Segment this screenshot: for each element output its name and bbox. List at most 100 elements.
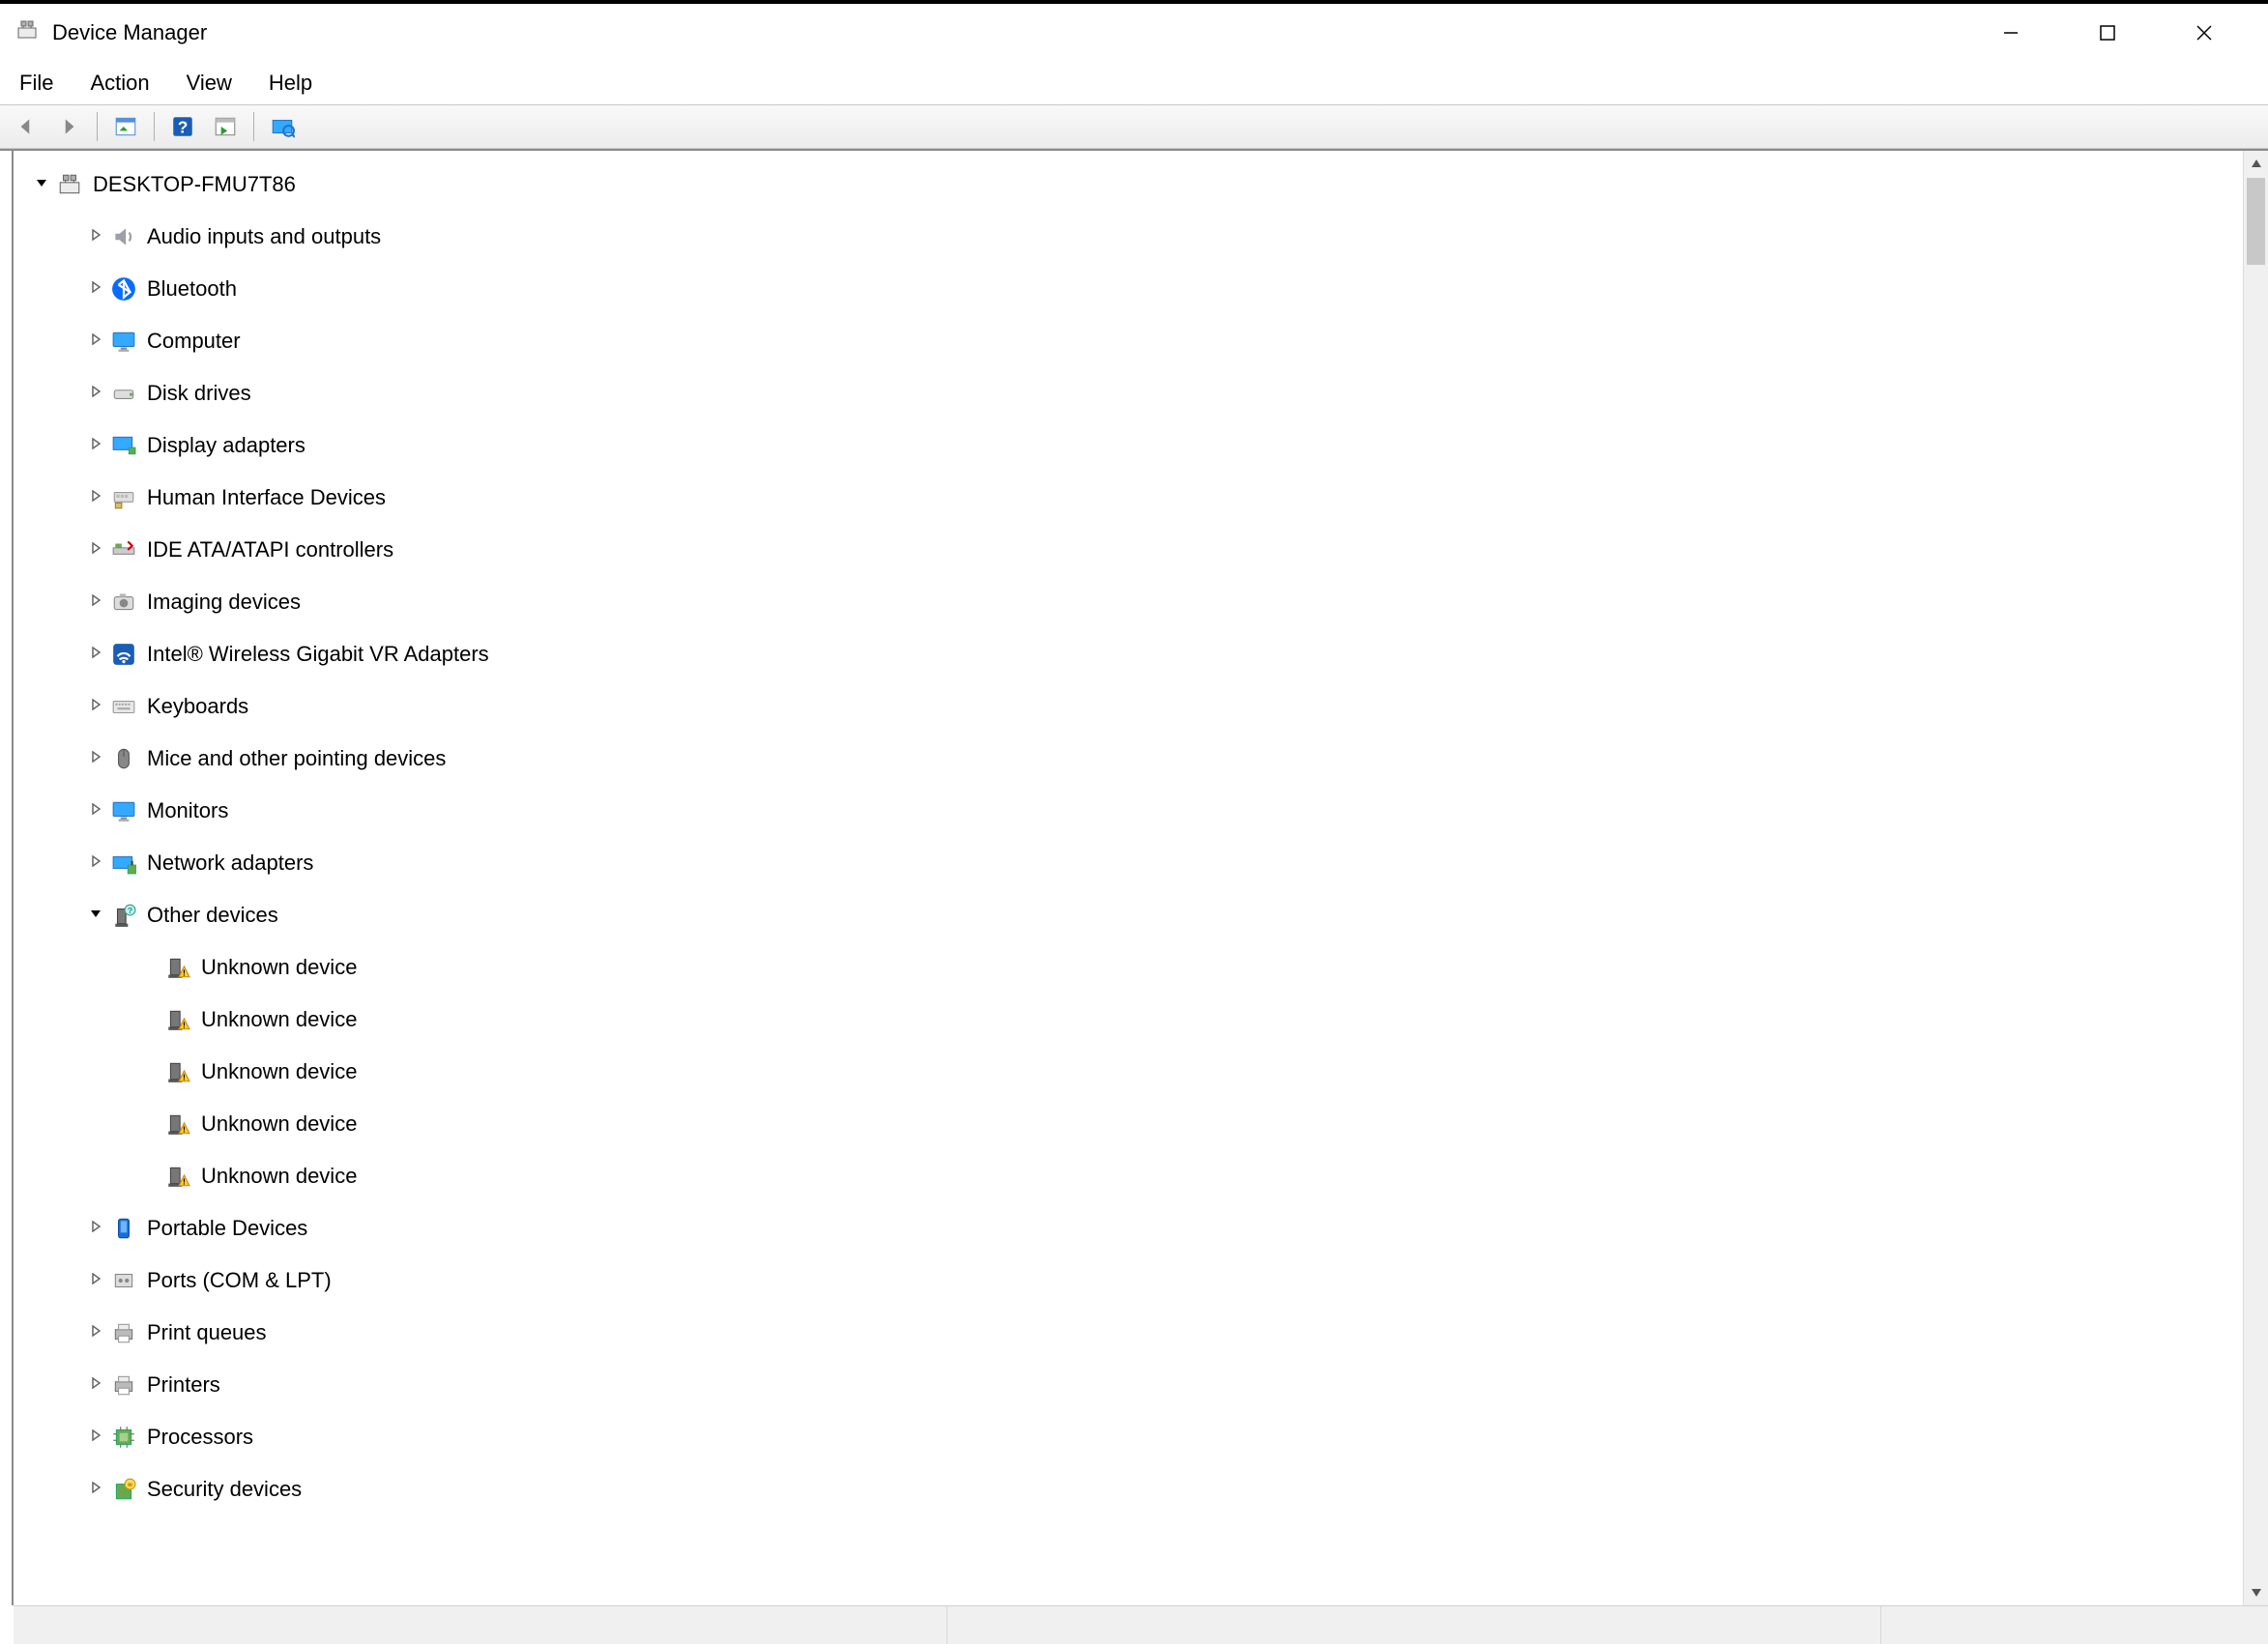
help-button[interactable] [164, 110, 201, 143]
close-button[interactable] [2175, 9, 2233, 57]
chevron-right-icon[interactable] [85, 437, 106, 454]
tree-category[interactable]: Security devices [14, 1463, 2243, 1515]
scroll-down-button[interactable] [2244, 1580, 2268, 1605]
tree-item-label: Processors [147, 1425, 253, 1450]
tree-item-label: Print queues [147, 1320, 267, 1345]
keyboard-icon [110, 693, 137, 720]
unknown-device-icon [164, 1110, 191, 1138]
status-segment [14, 1606, 947, 1644]
back-button[interactable] [8, 110, 44, 143]
monitor-icon [110, 797, 137, 824]
chevron-right-icon[interactable] [85, 802, 106, 820]
tree-item-label: Audio inputs and outputs [147, 224, 381, 249]
tree-device[interactable]: Unknown device [14, 1098, 2243, 1150]
forward-button[interactable] [50, 110, 87, 143]
tree-item-label: Other devices [147, 903, 278, 928]
tree-category[interactable]: IDE ATA/ATAPI controllers [14, 524, 2243, 576]
vertical-scrollbar[interactable] [2243, 151, 2268, 1605]
properties-button[interactable] [107, 110, 144, 143]
toolbar-separator [97, 112, 98, 141]
window-title: Device Manager [52, 20, 1982, 45]
tree-item-label: Imaging devices [147, 590, 301, 615]
tree-item-label: Unknown device [201, 1164, 357, 1189]
tree-category[interactable]: Print queues [14, 1307, 2243, 1359]
chevron-right-icon[interactable] [85, 646, 106, 663]
chevron-right-icon[interactable] [85, 385, 106, 402]
scan-hardware-button[interactable] [264, 110, 301, 143]
unknown-device-icon [164, 954, 191, 981]
chevron-right-icon[interactable] [85, 280, 106, 298]
tree-category[interactable]: Bluetooth [14, 263, 2243, 315]
tree-device[interactable]: Unknown device [14, 1150, 2243, 1202]
tree-category[interactable]: Human Interface Devices [14, 472, 2243, 524]
tree-category[interactable]: Imaging devices [14, 576, 2243, 628]
camera-icon [110, 589, 137, 616]
tree-category[interactable]: Network adapters [14, 837, 2243, 889]
computer-icon [56, 171, 83, 198]
chevron-right-icon[interactable] [85, 1272, 106, 1289]
tree-category[interactable]: Disk drives [14, 367, 2243, 419]
tree-device[interactable]: Unknown device [14, 1046, 2243, 1098]
tree-category[interactable]: Ports (COM & LPT) [14, 1255, 2243, 1307]
tree-category[interactable]: Monitors [14, 785, 2243, 837]
unknown-device-icon [164, 1163, 191, 1190]
other-devices-icon [110, 902, 137, 929]
chevron-right-icon[interactable] [85, 1481, 106, 1498]
window-controls [1982, 9, 2233, 57]
chevron-right-icon[interactable] [85, 228, 106, 245]
processor-icon [110, 1424, 137, 1451]
tree-category[interactable]: Computer [14, 315, 2243, 367]
chevron-down-icon[interactable] [85, 907, 106, 924]
chevron-right-icon[interactable] [85, 1220, 106, 1237]
menu-action[interactable]: Action [84, 67, 155, 100]
chevron-right-icon[interactable] [85, 854, 106, 872]
chevron-right-icon[interactable] [85, 1376, 106, 1394]
tree-item-label: Mice and other pointing devices [147, 746, 446, 771]
maximize-button[interactable] [2079, 9, 2137, 57]
menu-view[interactable]: View [181, 67, 238, 100]
tree-category[interactable]: Portable Devices [14, 1202, 2243, 1255]
chevron-right-icon[interactable] [85, 698, 106, 715]
toolbar-separator [253, 112, 254, 141]
menu-file[interactable]: File [14, 67, 59, 100]
tree-item-label: Ports (COM & LPT) [147, 1268, 332, 1293]
tree-category[interactable]: Mice and other pointing devices [14, 733, 2243, 785]
tree-device[interactable]: Unknown device [14, 994, 2243, 1046]
chevron-right-icon[interactable] [85, 1428, 106, 1446]
chevron-down-icon[interactable] [31, 176, 52, 193]
action-button[interactable] [207, 110, 244, 143]
tree-category[interactable]: Printers [14, 1359, 2243, 1411]
tree-item-label: IDE ATA/ATAPI controllers [147, 537, 393, 562]
security-icon [110, 1476, 137, 1503]
port-icon [110, 1267, 137, 1294]
tree-item-label: Computer [147, 329, 241, 354]
tree-device[interactable]: Unknown device [14, 941, 2243, 994]
tree-category[interactable]: Intel® Wireless Gigabit VR Adapters [14, 628, 2243, 680]
tree-category[interactable]: Processors [14, 1411, 2243, 1463]
tree-item-label: Unknown device [201, 955, 357, 980]
tree-item-label: Disk drives [147, 381, 251, 406]
status-segment [1881, 1606, 2268, 1644]
tree-item-label: Keyboards [147, 694, 248, 719]
chevron-right-icon[interactable] [85, 332, 106, 350]
chevron-right-icon[interactable] [85, 1324, 106, 1341]
chevron-right-icon[interactable] [85, 593, 106, 611]
chevron-right-icon[interactable] [85, 750, 106, 767]
chevron-right-icon[interactable] [85, 489, 106, 506]
tree-category[interactable]: Keyboards [14, 680, 2243, 733]
tree-item-label: Printers [147, 1372, 220, 1398]
status-segment [947, 1606, 1881, 1644]
scroll-thumb[interactable] [2247, 178, 2265, 265]
device-tree[interactable]: DESKTOP-FMU7T86 Audio inputs and outputs B… [14, 151, 2243, 1605]
bluetooth-icon [110, 275, 137, 303]
tree-category[interactable]: Audio inputs and outputs [14, 211, 2243, 263]
unknown-device-icon [164, 1058, 191, 1085]
tree-category[interactable]: Other devices [14, 889, 2243, 941]
chevron-right-icon[interactable] [85, 541, 106, 559]
minimize-button[interactable] [1982, 9, 2040, 57]
tree-category[interactable]: Display adapters [14, 419, 2243, 472]
tree-root[interactable]: DESKTOP-FMU7T86 [14, 159, 2243, 211]
tree-item-label: Security devices [147, 1477, 302, 1502]
menu-help[interactable]: Help [263, 67, 318, 100]
scroll-up-button[interactable] [2244, 151, 2268, 176]
